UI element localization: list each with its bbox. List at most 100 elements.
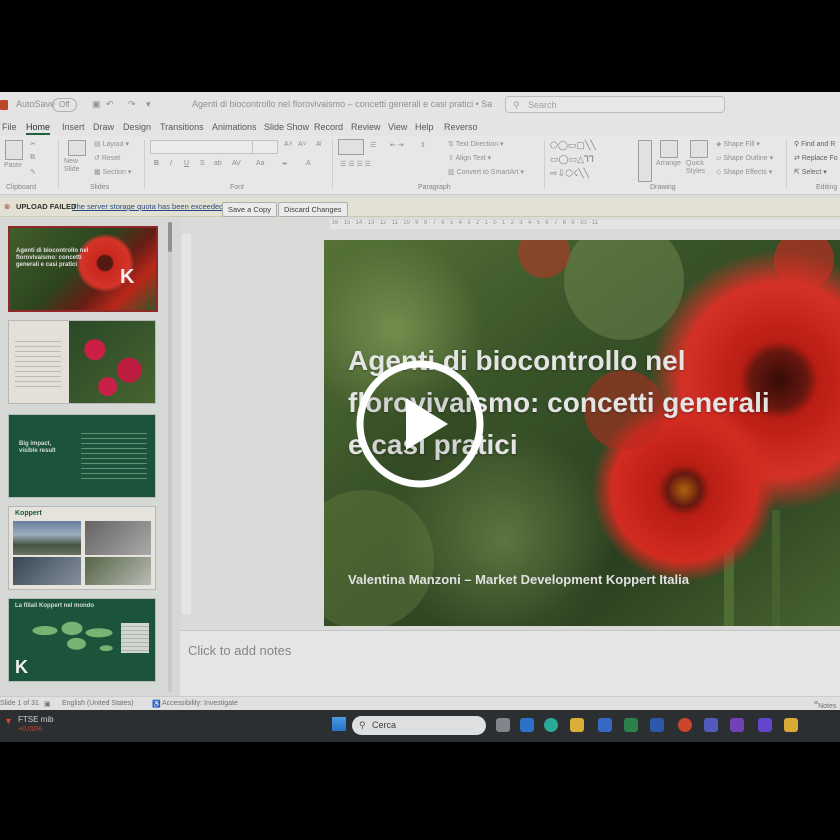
strikethrough-icon[interactable]: S	[200, 160, 205, 167]
panel-scrollbar[interactable]	[168, 222, 172, 692]
tab-reverso[interactable]: Reverso	[444, 122, 478, 132]
excel-icon[interactable]	[624, 718, 638, 732]
indent-icon[interactable]: ⇤ ⇥	[390, 141, 404, 149]
upload-failed-message[interactable]: The server storage quota has been exceed…	[72, 202, 225, 211]
shapes-gallery[interactable]: ⬠◯▭▢╲╲ ▭◯▭△⅂⅂ ⇨⇩⬡☇╲╲	[550, 140, 634, 180]
start-icon[interactable]	[332, 717, 346, 731]
bold-icon[interactable]: B	[154, 160, 159, 167]
char-spacing-icon-2[interactable]: AV	[232, 160, 241, 167]
onenote-icon[interactable]	[730, 718, 744, 732]
thumbnail-slide-2[interactable]	[8, 320, 156, 404]
store-icon[interactable]	[650, 718, 664, 732]
layout-button[interactable]: ▤ Layout ▾	[94, 140, 129, 148]
reset-button[interactable]: ↺ Reset	[94, 154, 120, 162]
underline-icon[interactable]: U	[184, 160, 189, 167]
group-font-label: Font	[230, 184, 245, 191]
shape-effects-button[interactable]: ◇ Shape Effects ▾	[716, 168, 772, 176]
tab-animations[interactable]: Animations	[212, 122, 257, 132]
notes-pane[interactable]: Click to add notes	[180, 630, 840, 697]
change-case-icon[interactable]: Aa	[256, 160, 265, 167]
app-icon[interactable]	[758, 718, 772, 732]
redo-icon[interactable]: ↷	[128, 99, 136, 110]
quick-styles-label[interactable]: Quick Styles	[686, 160, 712, 176]
char-spacing-icon[interactable]: ab	[214, 160, 222, 167]
copy-icon[interactable]: ⧉	[30, 154, 35, 162]
paste-label[interactable]: Paste	[4, 162, 22, 169]
customize-icon[interactable]: ▾	[146, 99, 151, 110]
font-size-select[interactable]	[252, 140, 278, 154]
grow-font-icon[interactable]: A˄	[284, 141, 293, 148]
find-button[interactable]: ⚲ Find and R	[794, 140, 835, 148]
tab-view[interactable]: View	[388, 122, 407, 132]
task-view-icon[interactable]	[496, 718, 510, 732]
powerpoint-icon[interactable]	[678, 718, 692, 732]
upload-failed-bar: ⊗ UPLOAD FAILED The server storage quota…	[0, 198, 840, 217]
text-direction-button[interactable]: ⇅ Text Direction ▾	[448, 140, 504, 148]
sticky-notes-icon[interactable]	[784, 718, 798, 732]
play-video-button[interactable]	[352, 356, 488, 492]
thumbnail-slide-1[interactable]: 1 Agenti di biocontrollo nel florovivais…	[8, 226, 158, 312]
accessibility-label[interactable]: Accessibility: Investigate	[162, 700, 238, 707]
thumbnail-slide-3[interactable]: Big impact, visible result	[8, 414, 156, 498]
scrollbar-thumb[interactable]	[168, 222, 172, 252]
align-text-button[interactable]: ⇳ Align Text ▾	[448, 154, 491, 162]
slide-subtitle[interactable]: Valentina Manzoni – Market Development K…	[348, 572, 689, 587]
shapes-more-icon[interactable]	[638, 140, 652, 182]
search-input[interactable]: ⚲ Search	[505, 96, 725, 113]
outlook-icon[interactable]	[520, 718, 534, 732]
bullets-icon[interactable]	[338, 139, 364, 155]
tab-transitions[interactable]: Transitions	[160, 122, 204, 132]
taskbar-search-input[interactable]: ⚲ Cerca	[352, 716, 486, 735]
paste-icon[interactable]	[5, 140, 23, 160]
notes-button[interactable]: ≡ Notes	[814, 700, 836, 710]
section-button[interactable]: ▦ Section ▾	[94, 168, 131, 176]
file-explorer-icon[interactable]	[570, 718, 584, 732]
thumbnail-slide-5[interactable]: La filiali Koppert nel mondo K	[8, 598, 156, 682]
select-button[interactable]: ⇱ Select ▾	[794, 168, 827, 176]
format-painter-icon[interactable]: ✎	[30, 168, 36, 176]
shrink-font-icon[interactable]: A˅	[298, 141, 307, 148]
shape-fill-button[interactable]: ◈ Shape Fill ▾	[716, 140, 760, 148]
align-icon[interactable]: ☰ ☰ ☰ ☰	[340, 160, 371, 168]
replace-button[interactable]: ⇄ Replace Fo	[794, 154, 838, 162]
tab-design[interactable]: Design	[123, 122, 151, 132]
tab-file[interactable]: File	[2, 122, 17, 132]
tab-home[interactable]: Home	[26, 122, 51, 135]
shape-outline-button[interactable]: ▱ Shape Outline ▾	[716, 154, 773, 162]
save-icon[interactable]: ▣	[92, 99, 101, 110]
line-spacing-icon[interactable]: ⇕	[420, 141, 426, 149]
tab-record[interactable]: Record	[314, 122, 343, 132]
word-icon[interactable]	[598, 718, 612, 732]
tab-slide-show[interactable]: Slide Show	[264, 122, 309, 132]
italic-icon[interactable]: I	[170, 160, 172, 167]
new-slide-label[interactable]: New Slide	[64, 158, 90, 174]
edge-icon[interactable]	[544, 718, 558, 732]
highlight-icon[interactable]: ✒	[282, 160, 288, 168]
cut-icon[interactable]: ✂	[30, 140, 36, 148]
tab-help[interactable]: Help	[415, 122, 434, 132]
tab-draw[interactable]: Draw	[93, 122, 114, 132]
arrange-icon[interactable]	[660, 140, 678, 158]
quick-styles-icon[interactable]	[690, 140, 708, 158]
teams-icon[interactable]	[704, 718, 718, 732]
convert-smartart-button[interactable]: ▥ Convert to SmartArt ▾	[448, 168, 524, 176]
save-copy-button[interactable]: Save a Copy	[222, 202, 277, 217]
discard-changes-button[interactable]: Discard Changes	[278, 202, 348, 217]
new-slide-icon[interactable]	[68, 140, 86, 156]
tab-insert[interactable]: Insert	[62, 122, 85, 132]
language-label[interactable]: English (United States)	[62, 700, 134, 707]
shape-effects-label: Shape Effects	[723, 169, 767, 176]
thumbnail-slide-4[interactable]: Koppert	[8, 506, 156, 590]
tab-review[interactable]: Review	[351, 122, 381, 132]
arrange-label[interactable]: Arrange	[656, 160, 681, 167]
spelling-icon[interactable]: ▣	[44, 700, 51, 708]
undo-icon[interactable]: ↶	[106, 99, 114, 110]
thumbnail-building-image	[85, 521, 151, 555]
font-color-icon[interactable]: A	[306, 160, 311, 167]
k-logo-icon: K	[15, 657, 28, 677]
clear-format-icon[interactable]: A̸	[316, 141, 321, 148]
stock-widget-icon[interactable]: ▼	[4, 716, 13, 726]
autosave-toggle[interactable]: Off	[52, 98, 77, 112]
numbering-icon[interactable]: ☰	[370, 141, 376, 149]
stock-name[interactable]: FTSE mib	[18, 715, 54, 724]
